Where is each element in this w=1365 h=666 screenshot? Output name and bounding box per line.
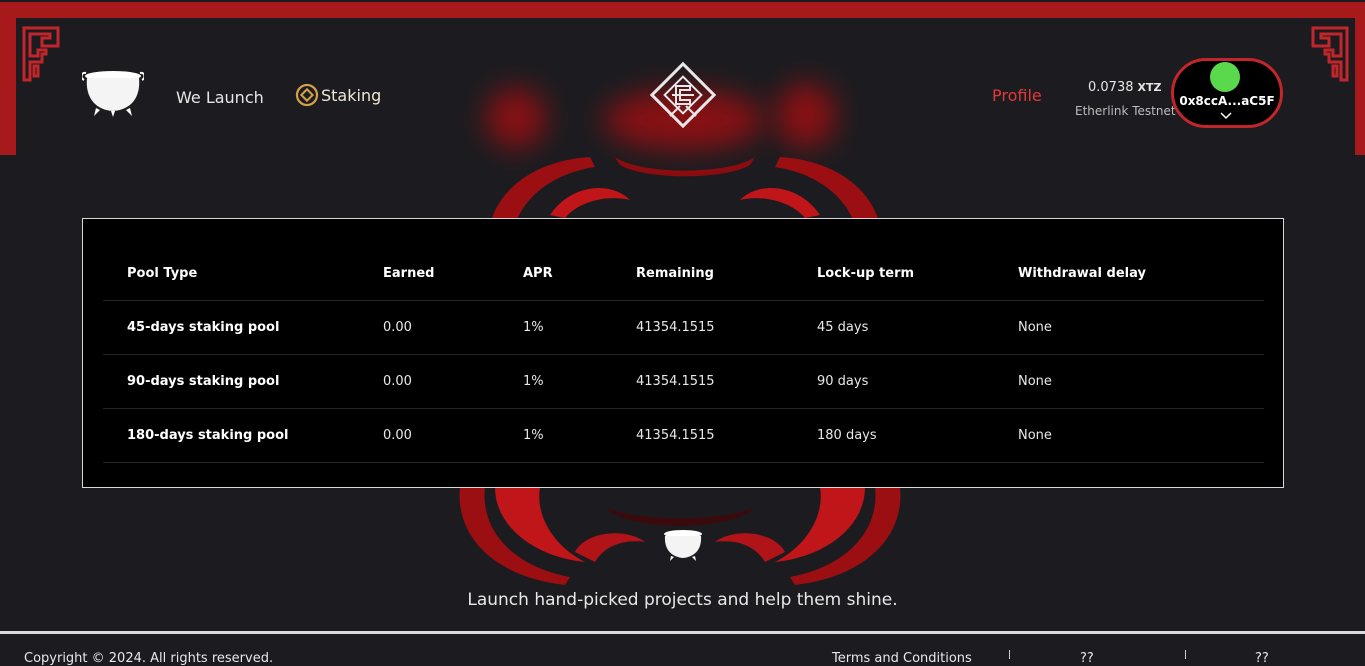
table-row[interactable]: 180-days staking pool 0.00 1% 41354.1515… xyxy=(103,408,1264,463)
cell-pool-type: 90-days staking pool xyxy=(103,354,383,409)
coin-icon xyxy=(295,83,319,107)
nav-we-launch[interactable]: We Launch xyxy=(176,88,264,107)
cell-earned: 0.00 xyxy=(383,300,523,355)
col-pool-type: Pool Type xyxy=(103,247,383,301)
corner-ornament-left xyxy=(22,26,60,82)
header: We Launch Staking Profile 0.0738 XTZ Ethe… xyxy=(16,18,1355,155)
nav-staking-label: Staking xyxy=(321,85,382,105)
balance-value: 0.0738 xyxy=(1088,80,1134,95)
nav-staking[interactable]: Staking xyxy=(295,83,381,107)
dragon-ornament-top xyxy=(490,157,880,225)
cell-remaining: 41354.1515 xyxy=(636,300,817,355)
glow-right xyxy=(776,83,836,148)
col-withdrawal-delay: Withdrawal delay xyxy=(1018,247,1264,301)
footer-separator xyxy=(1009,650,1010,659)
table-row[interactable]: 90-days staking pool 0.00 1% 41354.1515 … xyxy=(103,354,1264,409)
header-frame-left xyxy=(0,18,16,155)
cell-earned: 0.00 xyxy=(383,408,523,463)
footer-divider xyxy=(0,631,1365,634)
cell-earned: 0.00 xyxy=(383,354,523,409)
nav-profile[interactable]: Profile xyxy=(992,86,1042,105)
cell-withdrawal-delay: None xyxy=(1018,408,1264,463)
tagline: Launch hand-picked projects and help the… xyxy=(467,590,898,610)
table-row[interactable]: 45-days staking pool 0.00 1% 41354.1515 … xyxy=(103,300,1264,355)
cell-pool-type: 180-days staking pool xyxy=(103,408,383,463)
network-name: Etherlink Testnet xyxy=(1075,104,1176,118)
cell-remaining: 41354.1515 xyxy=(636,408,817,463)
wallet-avatar xyxy=(1210,62,1240,92)
cauldron-logo-icon[interactable] xyxy=(82,68,144,118)
cell-withdrawal-delay: None xyxy=(1018,300,1264,355)
chevron-down-icon xyxy=(1220,112,1232,120)
wallet-address: 0x8ccA...aC5F xyxy=(1179,94,1275,108)
staking-pools-panel: Pool Type Earned APR Remaining Lock-up t… xyxy=(82,218,1284,488)
col-lockup-term: Lock-up term xyxy=(817,247,1018,301)
col-apr: APR xyxy=(523,247,636,301)
footer-separator xyxy=(1185,650,1186,659)
knot-emblem-icon[interactable] xyxy=(648,60,718,130)
balance-unit: XTZ xyxy=(1137,81,1162,94)
wallet-button[interactable]: 0x8ccA...aC5F xyxy=(1171,58,1283,128)
cell-lockup-term: 45 days xyxy=(817,300,1018,355)
cell-lockup-term: 90 days xyxy=(817,354,1018,409)
top-red-border xyxy=(0,2,1365,18)
corner-ornament-right xyxy=(1311,26,1349,82)
col-remaining: Remaining xyxy=(636,247,817,301)
col-earned: Earned xyxy=(383,247,523,301)
wallet-balance: 0.0738 XTZ xyxy=(1088,80,1161,95)
header-frame-right xyxy=(1355,18,1365,155)
cell-apr: 1% xyxy=(523,354,636,409)
cell-lockup-term: 180 days xyxy=(817,408,1018,463)
cell-apr: 1% xyxy=(523,300,636,355)
glow-left xyxy=(486,88,546,148)
cauldron-icon xyxy=(664,530,702,561)
table-header-row: Pool Type Earned APR Remaining Lock-up t… xyxy=(103,247,1264,301)
cell-pool-type: 45-days staking pool xyxy=(103,300,383,355)
staking-pools-table: Pool Type Earned APR Remaining Lock-up t… xyxy=(103,247,1264,463)
cell-remaining: 41354.1515 xyxy=(636,354,817,409)
cell-withdrawal-delay: None xyxy=(1018,354,1264,409)
cell-apr: 1% xyxy=(523,408,636,463)
